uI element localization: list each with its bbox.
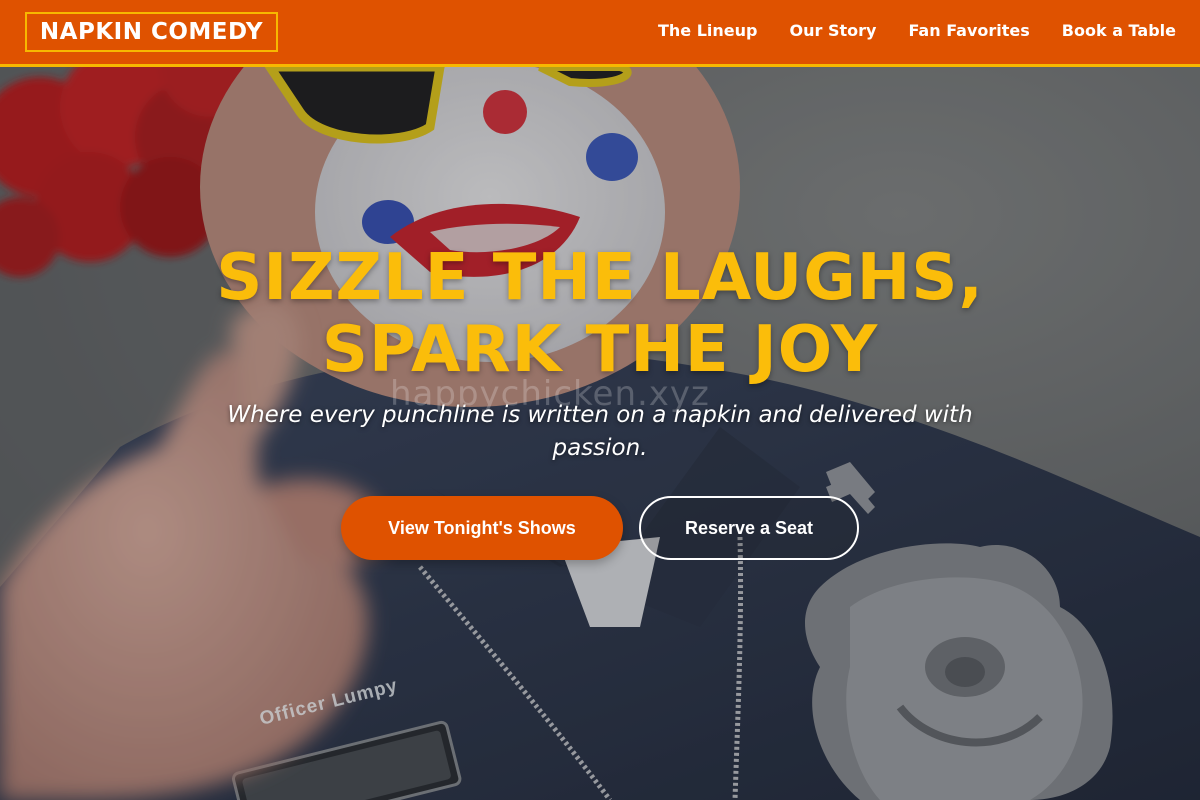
hero-tagline: Where every punchline is written on a na… xyxy=(227,402,973,461)
headline-line-1: SIZZLE THE LAUGHS, xyxy=(216,241,984,315)
view-tonights-shows-button[interactable]: View Tonight's Shows xyxy=(341,496,623,560)
nav-link-our-story[interactable]: Our Story xyxy=(790,21,877,40)
nav-link-book-a-table[interactable]: Book a Table xyxy=(1062,21,1176,40)
nav-link-lineup[interactable]: The Lineup xyxy=(658,21,758,40)
nav-link-fan-favorites[interactable]: Fan Favorites xyxy=(908,21,1029,40)
main-nav: The Lineup Our Story Fan Favorites Book … xyxy=(658,21,1176,40)
brand-logo[interactable]: NAPKIN COMEDY xyxy=(25,12,278,52)
hero-section: happychicken.xyz SIZZLE THE LAUGHS, SPAR… xyxy=(0,67,1200,800)
hero-headline: SIZZLE THE LAUGHS, SPARK THE JOY xyxy=(100,242,1100,386)
reserve-a-seat-button[interactable]: Reserve a Seat xyxy=(639,496,859,560)
headline-line-2: SPARK THE JOY xyxy=(321,313,879,387)
site-header: NAPKIN COMEDY The Lineup Our Story Fan F… xyxy=(0,0,1200,67)
